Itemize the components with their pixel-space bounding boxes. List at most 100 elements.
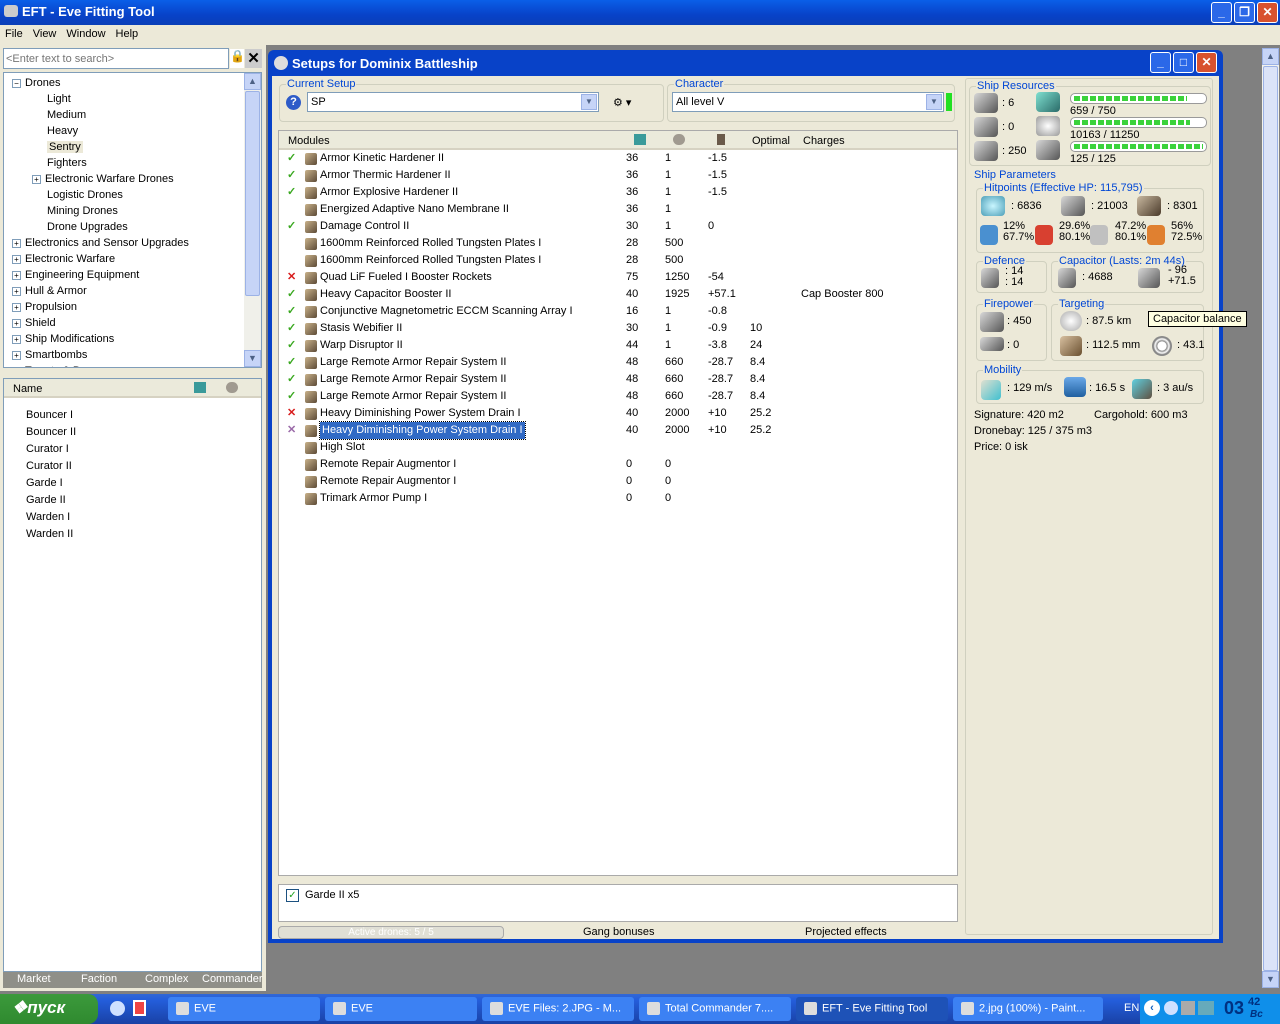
tree-item[interactable]: + Shield [12, 315, 56, 331]
module-row[interactable]: ✕ Quad LiF Fueled I Booster Rockets 75 1250… [279, 269, 954, 286]
check-icon[interactable]: ✓ [287, 184, 296, 201]
list-item[interactable]: Warden II [26, 526, 73, 542]
check-icon[interactable]: ✓ [287, 303, 296, 320]
module-row[interactable]: ✓ Stasis Webifier II 30 1 -0.9 10 [279, 320, 954, 337]
minimize-button[interactable]: _ [1211, 2, 1232, 23]
child-maximize-button[interactable]: □ [1173, 52, 1194, 73]
help-icon[interactable]: ? [286, 95, 301, 110]
taskbar-button[interactable]: EVE Files: 2.JPG - M... [482, 997, 634, 1021]
start-button[interactable]: ❖пуск [0, 994, 98, 1024]
cpu-column-icon[interactable] [634, 134, 646, 145]
module-row[interactable]: Remote Repair Augmentor I 0 0 [279, 456, 954, 473]
powergrid-column-icon[interactable] [673, 134, 685, 145]
tree-item[interactable]: + Hull & Armor [12, 283, 87, 299]
list-item[interactable]: Curator II [26, 458, 72, 474]
gang-bonuses-tab[interactable]: Gang bonuses [583, 926, 655, 938]
menu-file[interactable]: File [5, 28, 23, 40]
menu-view[interactable]: View [33, 28, 57, 40]
headset-icon[interactable] [1181, 1001, 1195, 1015]
check-icon[interactable]: ✓ [287, 354, 296, 371]
tree-item[interactable]: Fighters [47, 155, 87, 171]
menu-window[interactable]: Window [66, 28, 105, 40]
ship-menu-button[interactable]: ⚙ ▾ [613, 96, 631, 109]
projected-effects-tab[interactable]: Projected effects [805, 926, 887, 938]
module-row[interactable]: ✓ Large Remote Armor Repair System II 48 66… [279, 371, 954, 388]
module-row[interactable]: ✕ Heavy Diminishing Power System Drain I 4… [279, 405, 954, 422]
module-row[interactable]: ✕ Heavy Diminishing Power System Drain I 4… [279, 421, 954, 440]
collapse-icon[interactable]: − [12, 78, 21, 88]
module-row[interactable]: ✓ Armor Thermic Hardener II 36 1 -1.5 [279, 167, 954, 184]
module-row[interactable]: Trimark Armor Pump I 0 0 [279, 490, 954, 507]
check-icon[interactable]: ✓ [287, 218, 296, 235]
check-icon[interactable]: ✓ [287, 371, 296, 388]
charges-column[interactable]: Charges [803, 135, 845, 147]
menu-help[interactable]: Help [116, 28, 139, 40]
module-row[interactable]: ✓ Damage Control II 30 1 0 [279, 218, 954, 235]
module-row[interactable]: ✓ Armor Kinetic Hardener II 36 1 -1.5 [279, 150, 954, 167]
list-item[interactable]: Bouncer I [26, 407, 73, 423]
expand-icon[interactable]: + [12, 286, 21, 296]
expand-icon[interactable]: + [32, 174, 41, 184]
network-icon[interactable] [1198, 1001, 1214, 1015]
tree-item[interactable]: + Propulsion [12, 299, 77, 315]
tree-item[interactable]: Light [47, 91, 71, 107]
check-icon[interactable]: ✓ [287, 388, 296, 405]
tab-complex[interactable]: Complex [145, 973, 188, 985]
tree-item[interactable]: − Drones [12, 75, 60, 91]
tray-app-icon[interactable] [1164, 1001, 1178, 1015]
expand-icon[interactable]: + [12, 270, 21, 280]
list-item[interactable]: Curator I [26, 441, 69, 457]
cpu-column-icon[interactable] [194, 382, 206, 393]
tree-item[interactable]: + Engineering Equipment [12, 267, 139, 283]
module-row[interactable]: Energized Adaptive Nano Membrane II 36 1 [279, 201, 954, 218]
chevron-down-icon[interactable]: ▼ [581, 94, 597, 110]
expand-icon[interactable]: + [12, 366, 21, 367]
tab-commander[interactable]: Commander [202, 973, 263, 985]
chevron-down-icon[interactable]: ▼ [926, 94, 942, 110]
optimal-column[interactable]: Optimal [752, 135, 790, 147]
module-row[interactable]: ✓ Armor Explosive Hardener II 36 1 -1.5 [279, 184, 954, 201]
module-row[interactable]: ✓ Warp Disruptor II 44 1 -3.8 24 [279, 337, 954, 354]
tree-item[interactable]: + Smartbombs [12, 347, 87, 363]
check-icon[interactable]: ✓ [287, 150, 296, 167]
module-row[interactable]: ✓ Conjunctive Magnetometric ECCM Scanning… [279, 303, 954, 320]
quicklaunch-save-icon[interactable] [133, 1000, 146, 1016]
offline-icon[interactable]: ✕ [287, 422, 296, 439]
expand-icon[interactable]: + [12, 318, 21, 328]
check-icon[interactable]: ✓ [287, 320, 296, 337]
child-close-button[interactable]: ✕ [1196, 52, 1217, 73]
taskbar-button[interactable]: EVE [325, 997, 477, 1021]
list-item[interactable]: Warden I [26, 509, 70, 525]
module-row[interactable]: 1600mm Reinforced Rolled Tungsten Plates… [279, 252, 954, 269]
taskbar-button[interactable]: EFT - Eve Fitting Tool [796, 997, 948, 1021]
capacitor-column-icon[interactable] [717, 134, 725, 145]
child-minimize-button[interactable]: _ [1150, 52, 1171, 73]
quicklaunch-browser-icon[interactable] [110, 1001, 125, 1016]
offline-icon[interactable]: ✕ [287, 405, 296, 422]
character-select[interactable]: All level V ▼ [672, 92, 944, 112]
taskbar-button[interactable]: 2.jpg (100%) - Paint... [953, 997, 1103, 1021]
tree-item[interactable]: + Electronics and Sensor Upgrades [12, 235, 189, 251]
modules-column[interactable]: Modules [288, 135, 330, 147]
tree-item[interactable]: Mining Drones [47, 203, 118, 219]
clear-search-icon[interactable]: ✕ [245, 49, 262, 68]
tree-item[interactable]: Logistic Drones [47, 187, 123, 203]
offline-icon[interactable]: ✕ [287, 269, 296, 286]
taskbar-button[interactable]: EVE [168, 997, 320, 1021]
module-row[interactable]: High Slot [279, 439, 954, 456]
module-row[interactable]: Remote Repair Augmentor I 0 0 [279, 473, 954, 490]
check-icon[interactable]: ✓ [287, 167, 296, 184]
tree-item[interactable]: + Electronic Warfare [12, 251, 115, 267]
language-indicator[interactable]: EN [1124, 1002, 1139, 1014]
tree-item[interactable]: Sentry [47, 139, 83, 155]
close-button[interactable]: ✕ [1257, 2, 1278, 23]
tree-item[interactable]: Heavy [47, 123, 78, 139]
module-row[interactable]: ✓ Large Remote Armor Repair System II 48 66… [279, 354, 954, 371]
expand-icon[interactable]: + [12, 350, 21, 360]
drone-checkbox[interactable]: ✓ [286, 889, 299, 902]
tree-item[interactable]: + Turrets & Bays [12, 363, 97, 367]
check-icon[interactable]: ✓ [287, 286, 296, 303]
expand-icon[interactable]: + [12, 302, 21, 312]
module-row[interactable]: ✓ Heavy Capacitor Booster II 40 1925 +57.1 Ca… [279, 286, 954, 303]
check-icon[interactable]: ✓ [287, 337, 296, 354]
